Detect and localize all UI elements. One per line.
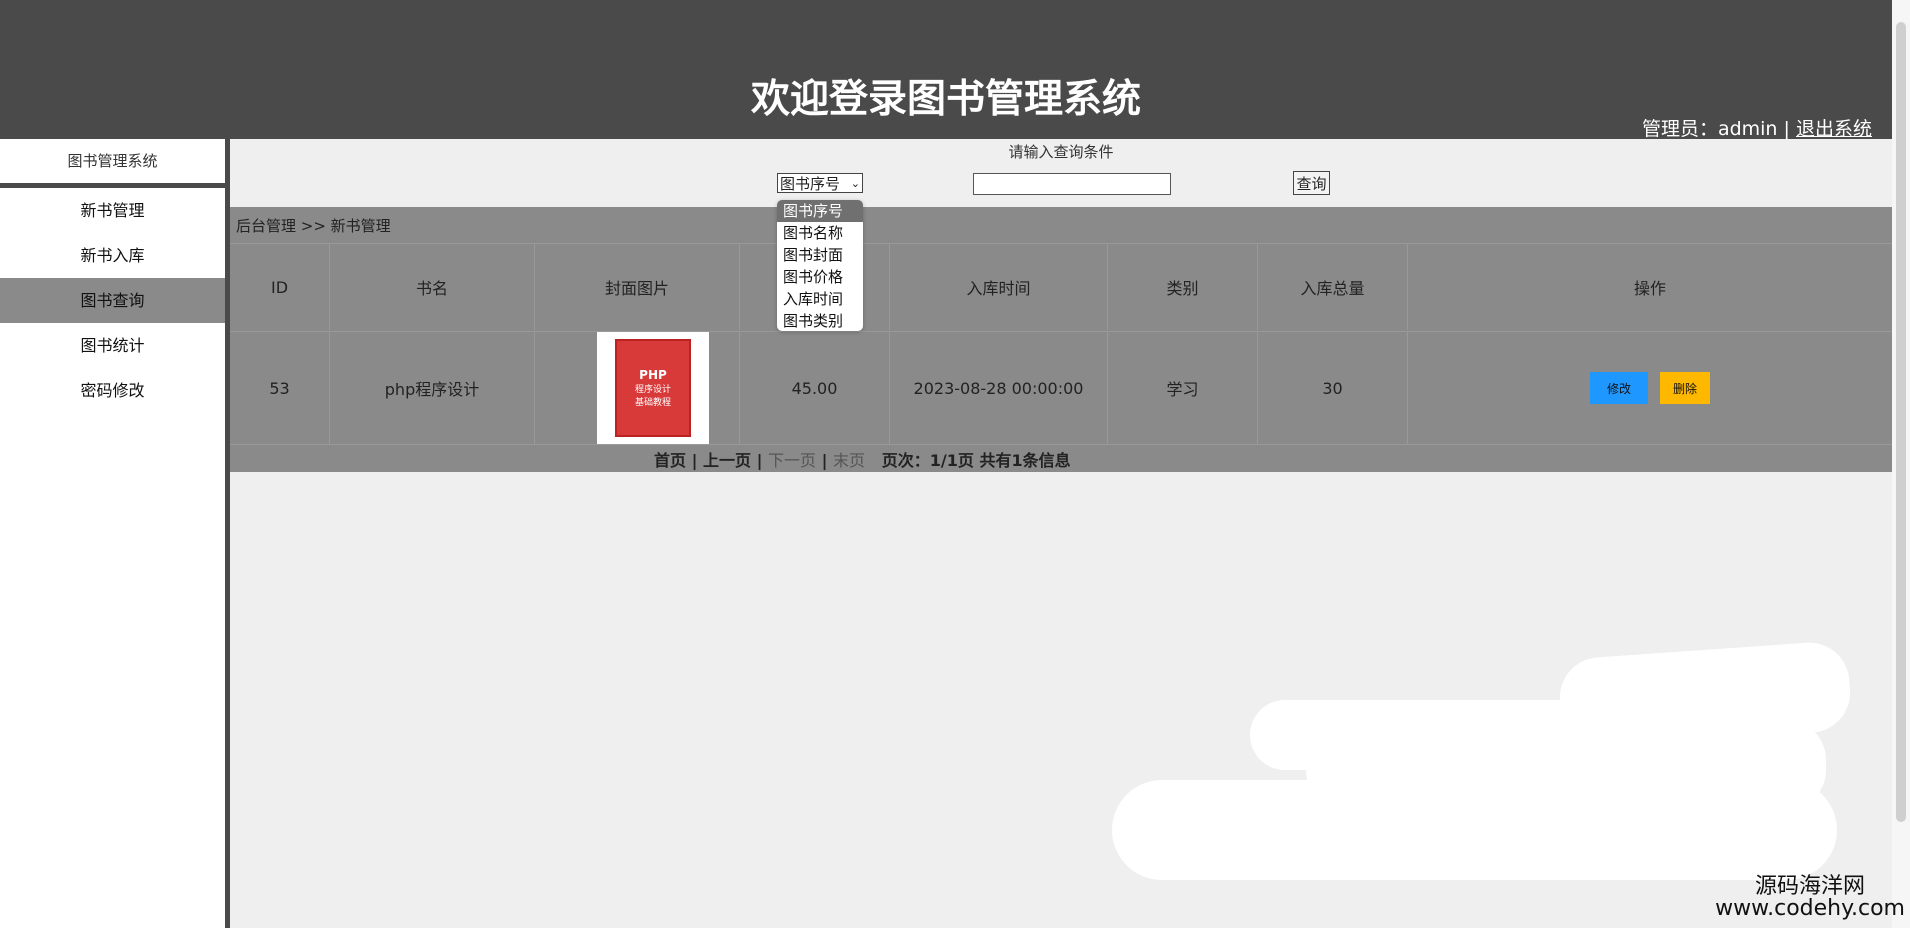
logout-link[interactable]: 退出系统 <box>1796 118 1872 140</box>
scrollbar-thumb[interactable] <box>1896 22 1906 822</box>
sidebar: 图书管理系统 新书管理 新书入库 图书查询 图书统计 密码修改 <box>0 139 230 928</box>
total-info: 共有1条信息 <box>979 451 1071 470</box>
next-page-link[interactable]: 下一页 <box>768 451 816 470</box>
column-header: ID <box>230 244 330 330</box>
column-header: 类别 <box>1108 244 1258 330</box>
column-header: 入库总量 <box>1258 244 1408 330</box>
page-title: 欢迎登录图书管理系统 <box>750 77 1141 122</box>
column-header: 书名 <box>330 244 535 330</box>
sidebar-item-statistics[interactable]: 图书统计 <box>0 323 225 368</box>
dropdown-option[interactable]: 入库时间 <box>777 288 863 310</box>
sidebar-title: 图书管理系统 <box>0 139 225 188</box>
cell-time: 2023-08-28 00:00:00 <box>890 332 1108 444</box>
top-header: 欢迎登录图书管理系统 管理员：admin | 退出系统 <box>0 0 1892 141</box>
column-header: 入库时间 <box>890 244 1108 330</box>
query-select-value: 图书序号 <box>780 174 841 193</box>
table-header: ID 书名 封面图片 价格 入库时间 类别 入库总量 操作 <box>230 243 1892 330</box>
first-page-link[interactable]: 首页 <box>654 451 686 470</box>
chevron-down-icon: ⌄ <box>850 176 860 190</box>
pagination: 首页 | 上一页 | 下一页 | 末页 页次：1/1页 共有1条信息 <box>230 444 1892 473</box>
page-scrollbar[interactable] <box>1892 0 1910 928</box>
sidebar-item-new-books[interactable]: 新书管理 <box>0 188 225 233</box>
redaction-blob <box>1112 780 1837 880</box>
delete-button[interactable]: 删除 <box>1660 372 1710 404</box>
dropdown-option[interactable]: 图书价格 <box>777 266 863 288</box>
dropdown-option[interactable]: 图书序号 <box>777 200 863 222</box>
query-field-select[interactable]: 图书序号 ⌄ <box>777 173 863 193</box>
query-button[interactable]: 查询 <box>1293 171 1330 195</box>
content-panel: 后台管理 >> 新书管理 ID 书名 封面图片 价格 入库时间 类别 入库总量 … <box>230 207 1892 472</box>
sidebar-item-stock-in[interactable]: 新书入库 <box>0 233 225 278</box>
redaction-blob <box>1250 700 1650 770</box>
sidebar-item-password[interactable]: 密码修改 <box>0 368 225 413</box>
book-cover-art: PHP 程序设计 基础教程 <box>615 339 691 437</box>
cell-book-name: php程序设计 <box>330 332 535 444</box>
user-area: 管理员：admin | 退出系统 <box>1642 114 1872 141</box>
table-row: 53 php程序设计 PHP 程序设计 基础教程 45.00 2023-08-2… <box>230 331 1892 444</box>
dropdown-option[interactable]: 图书名称 <box>777 222 863 244</box>
dropdown-option[interactable]: 图书封面 <box>777 244 863 266</box>
last-page-link[interactable]: 末页 <box>833 451 865 470</box>
query-title: 请输入查询条件 <box>1008 143 1114 161</box>
cell-cover: PHP 程序设计 基础教程 <box>535 332 740 444</box>
edit-button[interactable]: 修改 <box>1590 372 1648 404</box>
watermark-url: www.codehy.com <box>1715 896 1905 921</box>
column-header: 操作 <box>1633 279 1666 298</box>
breadcrumb: 后台管理 >> 新书管理 <box>236 217 391 235</box>
cell-id: 53 <box>230 332 330 444</box>
admin-label: 管理员：admin <box>1641 118 1778 140</box>
dropdown-option[interactable]: 图书类别 <box>777 310 863 332</box>
book-cover-image: PHP 程序设计 基础教程 <box>597 332 709 444</box>
column-header: 封面图片 <box>535 244 740 330</box>
sidebar-menu: 新书管理 新书入库 图书查询 图书统计 密码修改 <box>0 188 225 413</box>
cell-actions: 修改 删除 <box>1408 332 1892 444</box>
cell-price: 45.00 <box>740 332 890 444</box>
prev-page-link[interactable]: 上一页 <box>703 451 751 470</box>
cell-total: 30 <box>1258 332 1408 444</box>
sidebar-item-book-query[interactable]: 图书查询 <box>0 278 225 323</box>
cell-category: 学习 <box>1108 332 1258 444</box>
page-info: 页次：1/1页 <box>881 451 974 470</box>
separator: | <box>1783 118 1790 140</box>
query-field-dropdown: 图书序号 图书名称 图书封面 图书价格 入库时间 图书类别 <box>777 200 863 331</box>
query-input[interactable] <box>973 173 1171 195</box>
